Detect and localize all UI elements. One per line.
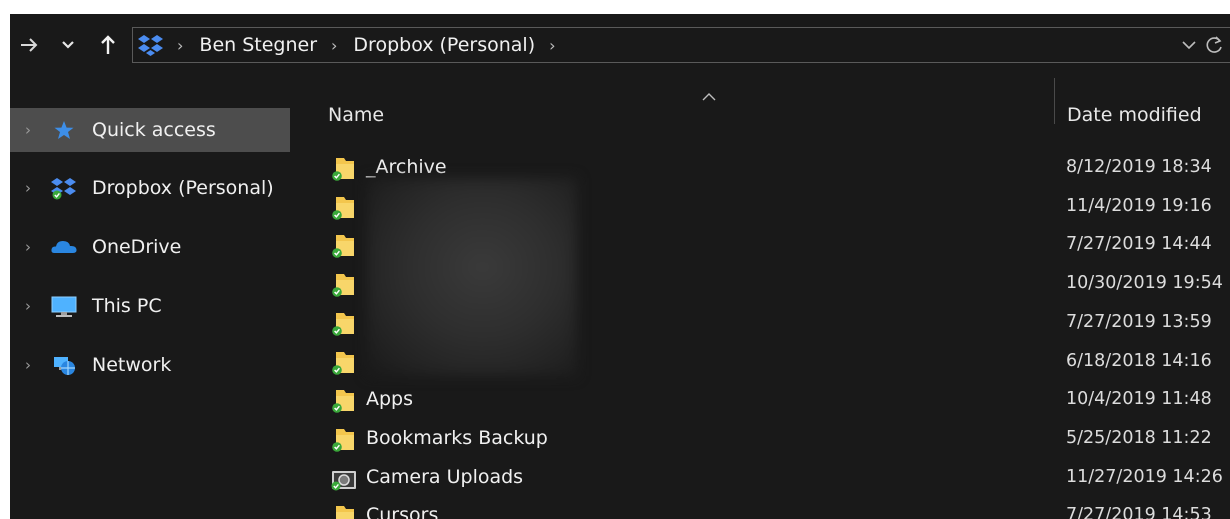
file-name: Apps (366, 388, 414, 411)
expand-chevron-icon[interactable]: › (25, 297, 31, 315)
file-date-modified: 8/12/2019 18:34 (1066, 157, 1212, 177)
star-icon (54, 121, 74, 139)
file-name: Cursors (366, 504, 439, 519)
expand-chevron-icon[interactable]: › (25, 356, 31, 374)
breadcrumb-chevron-icon: › (177, 35, 184, 55)
recent-locations-button[interactable] (56, 28, 80, 62)
file-date-modified: 7/27/2019 14:53 (1066, 505, 1212, 519)
up-button[interactable] (94, 28, 122, 62)
file-date-modified: 10/30/2019 19:54 (1066, 273, 1223, 294)
up-arrow-icon (101, 35, 115, 54)
expand-chevron-icon[interactable]: › (25, 179, 31, 197)
folder-synced-icon (332, 196, 354, 220)
folder-synced-icon (332, 235, 354, 259)
camera-folder-icon (331, 470, 356, 491)
breadcrumb-chevron-icon: › (331, 35, 338, 55)
address-dropdown-button[interactable] (1178, 28, 1200, 62)
file-date-modified: 10/4/2019 11:48 (1066, 389, 1212, 410)
nav-item-label: Quick access (92, 119, 216, 141)
folder-synced-icon (332, 428, 354, 452)
folder-synced-icon (332, 274, 354, 297)
table-row[interactable]: Bookmarks Backup 5/25/2018 11:22 (290, 421, 1230, 459)
table-row[interactable]: Apps 10/4/2019 11:48 (290, 382, 1230, 420)
folder-synced-icon (332, 390, 354, 413)
forward-arrow-icon (21, 38, 38, 52)
nav-item-label: OneDrive (92, 236, 182, 258)
nav-item-quick-access[interactable]: › Quick access (10, 108, 290, 152)
file-date-modified: 6/18/2018 14:16 (1066, 350, 1212, 371)
folder-synced-icon (332, 312, 354, 336)
navigation-pane: › Quick access › Dropbox (Personal) › On… (10, 78, 290, 519)
file-date-modified: 11/4/2019 19:16 (1066, 195, 1212, 216)
table-row[interactable]: Cursors 7/27/2019 14:53 (290, 498, 1230, 519)
forward-button[interactable] (14, 28, 44, 62)
network-icon (54, 357, 75, 375)
sort-indicator-icon (702, 86, 716, 105)
file-date-modified: 5/25/2018 11:22 (1066, 427, 1212, 448)
file-name: Camera Uploads (366, 465, 524, 488)
chevron-down-icon (1182, 41, 1196, 50)
dropbox-icon (51, 178, 76, 200)
column-divider[interactable] (1054, 78, 1055, 124)
file-date-modified: 11/27/2019 14:26 (1066, 466, 1223, 487)
file-name: _Archive (366, 156, 447, 178)
nav-item-this-pc[interactable]: › This PC (10, 284, 290, 328)
file-date-modified: 7/27/2019 13:59 (1066, 311, 1212, 332)
breadcrumb-chevron-icon: › (549, 35, 556, 55)
expand-chevron-icon[interactable]: › (25, 121, 31, 139)
chevron-down-icon (62, 41, 74, 49)
nav-item-label: Network (92, 354, 172, 376)
nav-item-label: This PC (92, 295, 162, 317)
address-bar[interactable]: › Ben Stegner › Dropbox (Personal) › (132, 27, 1230, 63)
table-row[interactable]: Camera Uploads 11/27/2019 14:26 (290, 460, 1230, 498)
cloud-icon (51, 241, 77, 253)
folder-synced-icon (332, 351, 354, 375)
breadcrumb-dropbox-personal[interactable]: Dropbox (Personal) (353, 34, 535, 56)
file-date-modified: 7/27/2019 14:44 (1066, 234, 1212, 255)
folder-synced-icon (332, 158, 354, 181)
expand-chevron-icon[interactable]: › (25, 238, 31, 256)
nav-item-onedrive[interactable]: › OneDrive (10, 225, 290, 269)
refresh-button[interactable] (1204, 28, 1226, 62)
nav-item-dropbox-personal[interactable]: › Dropbox (Personal) (10, 166, 290, 210)
navigation-bar: › Ben Stegner › Dropbox (Personal) › (10, 14, 1230, 78)
file-explorer-window: › Ben Stegner › Dropbox (Personal) › › Q… (10, 14, 1230, 519)
redacted-blur (367, 178, 577, 376)
column-header-date-modified[interactable]: Date modified (1067, 104, 1202, 126)
folder-synced-icon (336, 506, 354, 519)
nav-item-network[interactable]: › Network (10, 343, 290, 387)
breadcrumb-ben-stegner[interactable]: Ben Stegner (199, 34, 317, 56)
file-name: Bookmarks Backup (366, 426, 548, 449)
pc-icon (51, 296, 77, 317)
refresh-icon (1206, 36, 1222, 53)
nav-item-label: Dropbox (Personal) (92, 177, 274, 199)
column-header-name[interactable]: Name (328, 104, 384, 126)
dropbox-icon (138, 35, 163, 56)
